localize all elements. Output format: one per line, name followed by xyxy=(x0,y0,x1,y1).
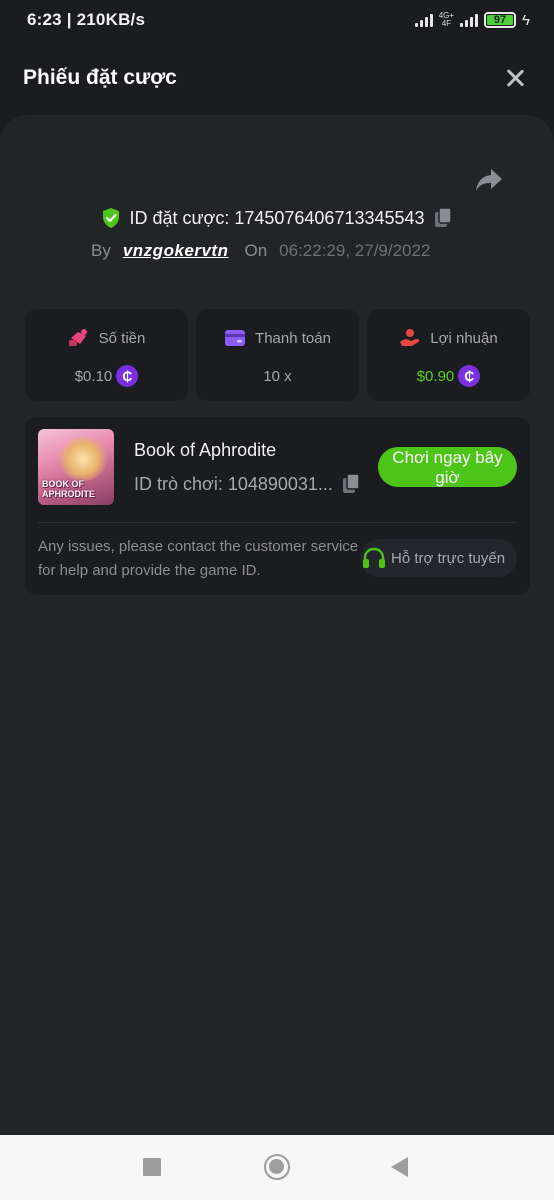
stat-card-payout: Thanh toán 10 x xyxy=(196,309,359,401)
share-icon[interactable] xyxy=(474,167,504,193)
support-label: Hỗ trợ trực tuyến xyxy=(391,549,506,567)
status-bar: 6:23 | 210KB/s 4G+ 4F 97 ϟ xyxy=(0,0,554,40)
money-hand-icon xyxy=(68,329,87,346)
recents-icon[interactable] xyxy=(143,1158,161,1176)
status-icons: 4G+ 4F 97 ϟ xyxy=(414,11,530,29)
by-label: By xyxy=(91,241,111,260)
stat-card-profit: Lợi nhuận $0.90 ₵ xyxy=(367,309,530,401)
game-id: ID trò chơi: 104890031... xyxy=(134,473,333,494)
stat-card-amount: Số tiền $0.10 ₵ xyxy=(25,309,188,401)
help-text: Any issues, please contact the customer … xyxy=(38,538,359,579)
signal-icon xyxy=(414,13,433,27)
close-icon[interactable] xyxy=(502,65,528,91)
game-thumbnail[interactable]: BOOK OF APHRODITE xyxy=(38,429,114,505)
stat-head: Thanh toán xyxy=(224,327,331,349)
credit-card-icon xyxy=(225,330,246,346)
battery-icon: 97 xyxy=(484,12,517,28)
bet-meta-row: By vnzgokervtn On 06:22:29, 27/9/2022 xyxy=(91,238,430,264)
home-icon[interactable] xyxy=(264,1154,290,1180)
game-name: Book of Aphrodite xyxy=(134,440,277,460)
on-label: On xyxy=(244,241,268,260)
back-icon[interactable] xyxy=(391,1157,408,1177)
stat-value-row: 10 x xyxy=(263,364,291,388)
bet-id: ID đặt cược: 1745076406713345543 xyxy=(129,207,425,228)
stat-head: Lợi nhuận xyxy=(399,327,498,349)
thumbnail-art xyxy=(58,437,108,481)
username[interactable]: vnzgokervtn xyxy=(123,241,229,261)
charging-icon: ϟ xyxy=(522,11,530,29)
system-nav-bar xyxy=(0,1135,554,1200)
stat-value: $0.10 xyxy=(74,367,113,385)
coin-icon: ₵ xyxy=(116,365,139,387)
thumbnail-title: BOOK OF APHRODITE xyxy=(42,479,96,499)
play-now-button[interactable]: Chơi ngay bây giờ xyxy=(378,447,517,487)
network-type: 4G+ 4F xyxy=(439,12,454,28)
bet-datetime: 06:22:29, 27/9/2022 xyxy=(279,241,431,260)
shield-check-icon xyxy=(103,208,120,228)
bet-id-row: ID đặt cược: 1745076406713345543 xyxy=(0,204,554,232)
copy-icon[interactable] xyxy=(433,207,453,229)
signal-icon-2 xyxy=(460,13,479,27)
game-card: BOOK OF APHRODITE Book of Aphrodite ID t… xyxy=(25,417,530,595)
coin-icon: ₵ xyxy=(458,365,481,387)
bet-stats: Số tiền $0.10 ₵ Thanh toán 10 x Lợi nhuậ… xyxy=(25,309,530,401)
headset-icon xyxy=(363,547,385,568)
stat-label: Lợi nhuận xyxy=(430,329,498,347)
stat-label: Số tiền xyxy=(98,329,146,347)
game-id-row: ID trò chơi: 104890031... xyxy=(134,473,361,495)
divider xyxy=(38,522,517,523)
stat-value: $0.90 xyxy=(416,367,455,385)
bet-slip-sheet xyxy=(0,115,554,1135)
stat-label: Thanh toán xyxy=(255,329,331,347)
page-title: Phiếu đặt cược xyxy=(23,65,177,89)
copy-icon[interactable] xyxy=(341,473,361,495)
stat-value-row: $0.90 ₵ xyxy=(417,364,481,388)
online-support-button[interactable]: Hỗ trợ trực tuyến xyxy=(360,539,517,577)
battery-level: 97 xyxy=(493,14,507,26)
stat-value-row: $0.10 ₵ xyxy=(75,364,139,388)
header: Phiếu đặt cược xyxy=(0,40,554,115)
network-tag-bottom: 4F xyxy=(441,19,452,28)
status-time-speed: 6:23 | 210KB/s xyxy=(27,10,146,29)
profit-hand-icon xyxy=(400,329,420,346)
stat-head: Số tiền xyxy=(68,327,146,349)
stat-value: 10 x xyxy=(263,367,292,385)
